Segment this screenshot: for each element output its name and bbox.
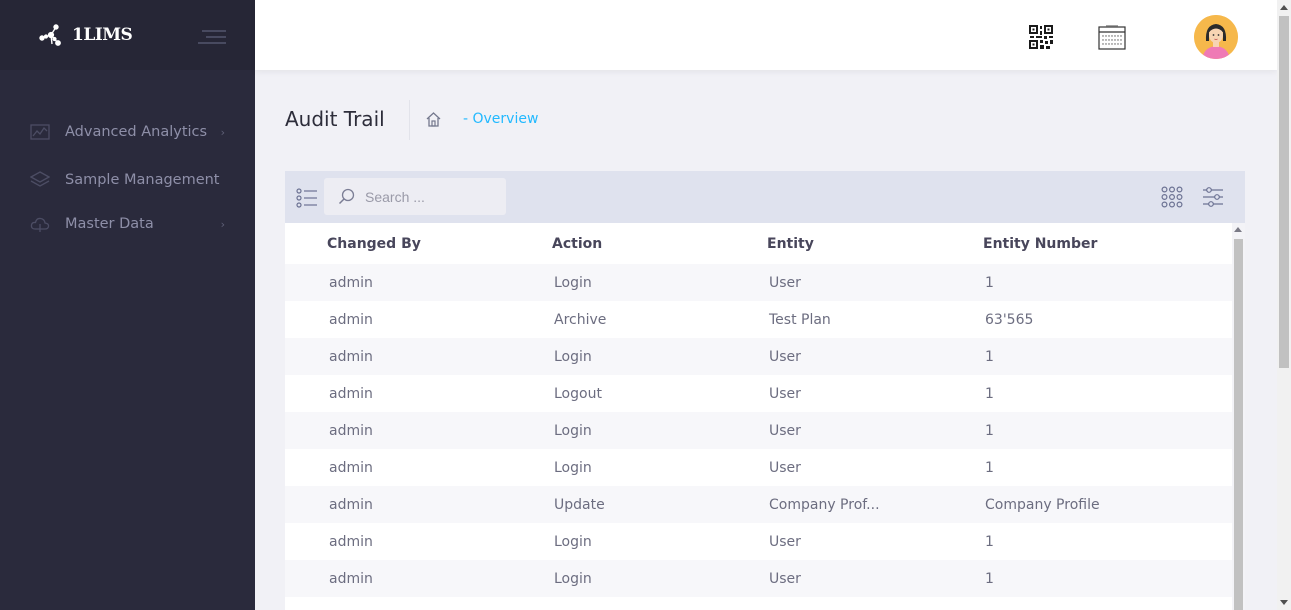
top-header (255, 0, 1277, 70)
table-row[interactable]: admin Login User 1 (285, 523, 1232, 560)
table-header-row: Changed By Action Entity Entity Number (285, 223, 1232, 264)
scroll-thumb[interactable] (1279, 16, 1289, 368)
cell-action: Login (552, 264, 767, 301)
brand: 1LIMS (0, 0, 255, 70)
table-row[interactable]: admin Login User 1 (285, 264, 1232, 301)
audit-trail-panel: Changed By Action Entity Entity Number a… (285, 171, 1245, 610)
layers-icon (30, 171, 50, 187)
cell-entity: User (767, 375, 983, 412)
sidebar-item-label: Sample Management (65, 171, 220, 188)
table-row[interactable]: admin Login User 1 (285, 412, 1232, 449)
column-header-entity-number[interactable]: Entity Number (983, 223, 1232, 264)
page-title: Audit Trail (285, 107, 385, 131)
table-row[interactable]: admin Login User 1 (285, 338, 1232, 375)
sidebar-item-label: Master Data (65, 215, 154, 232)
sidebar-item-label: Advanced Analytics (65, 123, 208, 140)
cell-changed-by: admin (285, 301, 552, 338)
cell-entity: User (767, 264, 983, 301)
cell-entity: User (767, 449, 983, 486)
chevron-right-icon: › (220, 125, 225, 139)
cell-action: Login (552, 412, 767, 449)
search-input[interactable] (365, 188, 495, 205)
cell-action: Update (552, 486, 767, 523)
qr-code-icon[interactable] (1029, 25, 1053, 49)
cell-action: Logout (552, 375, 767, 412)
scroll-up-arrow-icon[interactable] (1234, 227, 1242, 232)
cell-changed-by: admin (285, 338, 552, 375)
column-header-changed-by[interactable]: Changed By (285, 223, 552, 264)
cell-action: Login (552, 449, 767, 486)
cell-changed-by: admin (285, 449, 552, 486)
table-toolbar (285, 171, 1245, 223)
title-divider (409, 100, 410, 140)
breadcrumb-overview[interactable]: - Overview (463, 111, 538, 127)
cell-entity-number: 1 (983, 264, 1232, 301)
search-box[interactable] (324, 178, 506, 215)
audit-table: Changed By Action Entity Entity Number a… (285, 223, 1232, 610)
cell-action: Login (552, 560, 767, 597)
cell-changed-by (285, 597, 552, 610)
cell-changed-by: admin (285, 523, 552, 560)
cell-entity-number: 63'565 (983, 301, 1232, 338)
cell-action: Login (552, 338, 767, 375)
table-row[interactable] (285, 597, 1232, 610)
table-row[interactable]: admin Login User 1 (285, 560, 1232, 597)
chart-icon (30, 124, 50, 140)
cell-entity: Test Plan (767, 301, 983, 338)
table-row[interactable]: admin Update Company Prof... Company Pro… (285, 486, 1232, 523)
calendar-icon[interactable] (1098, 24, 1126, 50)
cell-changed-by: admin (285, 264, 552, 301)
woman-avatar-icon (1194, 15, 1238, 59)
cell-entity-number (983, 597, 1232, 610)
cell-entity-number: 1 (983, 375, 1232, 412)
table-scrollbar[interactable] (1232, 223, 1245, 610)
cell-action: Login (552, 523, 767, 560)
cell-entity: User (767, 560, 983, 597)
user-avatar[interactable] (1194, 15, 1238, 59)
column-header-action[interactable]: Action (552, 223, 767, 264)
sidebar: 1LIMS Advanced Analytics › Sample Manage… (0, 0, 255, 610)
cloud-icon (30, 217, 50, 232)
cell-changed-by: admin (285, 375, 552, 412)
cell-entity: User (767, 338, 983, 375)
cell-entity-number: 1 (983, 338, 1232, 375)
sidebar-nav: Advanced Analytics › Sample Management M… (0, 70, 255, 246)
sidebar-item-sample-management[interactable]: Sample Management (0, 158, 255, 202)
sidebar-item-advanced-analytics[interactable]: Advanced Analytics › (0, 106, 255, 158)
table-row[interactable]: admin Logout User 1 (285, 375, 1232, 412)
cell-entity: User (767, 412, 983, 449)
brand-name: 1LIMS (72, 25, 133, 45)
column-header-entity[interactable]: Entity (767, 223, 983, 264)
cell-entity: Company Prof... (767, 486, 983, 523)
sidebar-item-master-data[interactable]: Master Data › (0, 202, 255, 246)
page-scrollbar[interactable] (1277, 0, 1291, 610)
cell-changed-by: admin (285, 560, 552, 597)
grid-icon[interactable] (1161, 186, 1183, 208)
cell-entity-number: 1 (983, 412, 1232, 449)
cell-entity: User (767, 523, 983, 560)
audit-table-container: Changed By Action Entity Entity Number a… (285, 223, 1232, 610)
home-icon[interactable] (425, 111, 442, 128)
cell-action: Archive (552, 301, 767, 338)
list-icon[interactable] (296, 187, 318, 209)
cell-changed-by: admin (285, 486, 552, 523)
cell-entity (767, 597, 983, 610)
hamburger-menu-icon[interactable] (198, 28, 226, 46)
cell-action (552, 597, 767, 610)
cell-entity-number: 1 (983, 449, 1232, 486)
scroll-down-arrow-icon[interactable] (1280, 600, 1288, 605)
table-row[interactable]: admin Login User 1 (285, 449, 1232, 486)
chevron-right-icon: › (220, 217, 225, 231)
scroll-up-arrow-icon[interactable] (1280, 5, 1288, 10)
cell-entity-number: Company Profile (983, 486, 1232, 523)
cell-entity-number: 1 (983, 523, 1232, 560)
table-row[interactable]: admin Archive Test Plan 63'565 (285, 301, 1232, 338)
filter-sliders-icon[interactable] (1202, 186, 1224, 208)
molecule-logo-icon (39, 24, 61, 46)
scroll-thumb[interactable] (1234, 239, 1243, 610)
cell-entity-number: 1 (983, 560, 1232, 597)
cell-changed-by: admin (285, 412, 552, 449)
search-icon (338, 188, 355, 205)
